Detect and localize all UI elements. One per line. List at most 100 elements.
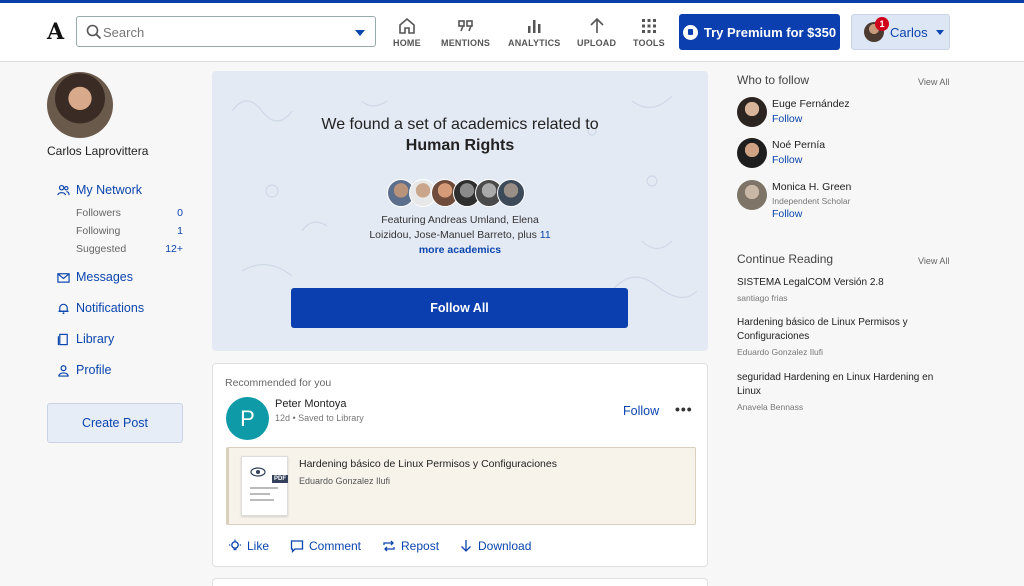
stat-value: 12+ <box>165 243 183 255</box>
stat-label: Suggested <box>76 243 127 255</box>
banner-title: We found a set of academics related to <box>321 116 599 133</box>
nav-tools-label: TOOLS <box>633 38 665 48</box>
top-header: A HOME MENTIONS ANALYTICS UPLOAD TOOLS T… <box>0 3 1024 62</box>
search-box[interactable] <box>76 16 376 47</box>
author-name[interactable]: Peter Montoya <box>275 398 347 410</box>
document-text-line <box>250 499 274 501</box>
grid-icon <box>641 19 656 33</box>
upload-arrow-icon <box>590 17 604 33</box>
user-menu-label: Carlos <box>890 24 928 40</box>
nav-upload-label: UPLOAD <box>577 38 617 48</box>
quote-icon <box>457 20 473 32</box>
bar-chart-icon <box>528 20 541 33</box>
search-dropdown-caret-icon[interactable] <box>355 30 365 36</box>
nav-home-label: HOME <box>393 38 421 48</box>
stat-value: 0 <box>177 207 183 219</box>
nav-upload[interactable]: UPLOAD <box>577 17 616 48</box>
action-label: Like <box>247 539 270 553</box>
follow-person-button[interactable]: Follow <box>772 113 802 125</box>
nav-analytics[interactable]: ANALYTICS <box>508 17 560 48</box>
continue-reading-heading: Continue Reading <box>737 252 834 266</box>
nav-analytics-label: ANALYTICS <box>508 38 561 48</box>
repost-icon <box>383 540 395 552</box>
notification-badge: 1 <box>875 17 889 31</box>
sidebar-item-label: Profile <box>76 363 112 377</box>
download-arrow-icon <box>461 540 471 552</box>
suggested-person-name[interactable]: Euge Fernández <box>772 98 850 110</box>
bell-icon <box>58 303 69 314</box>
document-title[interactable]: Hardening básico de Linux Permisos y Con… <box>299 458 557 470</box>
more-academics-link[interactable]: more academics <box>419 244 501 256</box>
stat-followers[interactable]: Followers 0 <box>76 207 183 219</box>
comment-button[interactable]: Comment <box>290 539 361 553</box>
repost-button[interactable]: Repost <box>382 539 439 553</box>
envelope-icon <box>57 272 70 283</box>
suggested-person-avatar[interactable] <box>737 138 767 168</box>
action-label: Repost <box>401 539 440 553</box>
post-meta: 12d • Saved to Library <box>275 413 364 423</box>
sidebar-item-label: Library <box>76 332 115 346</box>
reading-item-title[interactable]: Hardening básico de Linux Permisos y Con… <box>737 316 952 344</box>
author-avatar[interactable]: P <box>226 397 269 440</box>
suggested-person-name[interactable]: Noé Pernía <box>772 139 825 151</box>
sidebar-item-notifications[interactable]: Notifications <box>57 301 144 315</box>
create-post-button[interactable]: Create Post <box>47 403 183 443</box>
suggested-person-avatar[interactable] <box>737 180 767 210</box>
nav-mentions-label: MENTIONS <box>441 38 491 48</box>
reading-item-author: santiago frias <box>737 293 788 303</box>
stat-suggested[interactable]: Suggested 12+ <box>76 243 183 255</box>
search-input[interactable] <box>103 22 343 42</box>
site-logo[interactable]: A <box>47 19 64 45</box>
nav-home[interactable]: HOME <box>393 17 421 48</box>
pdf-tag: PDF <box>272 475 288 483</box>
suggested-person-name[interactable]: Monica H. Green <box>772 181 851 193</box>
follow-person-button[interactable]: Follow <box>772 154 802 166</box>
academic-avatars <box>387 179 525 209</box>
next-feed-card <box>212 578 708 586</box>
reading-item-author: Eduardo Gonzalez Ilufi <box>737 347 823 357</box>
suggested-person-avatar[interactable] <box>737 97 767 127</box>
action-label: Download <box>478 539 532 553</box>
document-logo-icon <box>250 467 266 477</box>
document-author[interactable]: Eduardo Gonzalez Ilufi <box>299 476 390 486</box>
lightbulb-icon <box>229 539 241 551</box>
user-menu-button[interactable]: Carlos <box>851 14 950 50</box>
banner-topic: Human Rights <box>405 137 515 154</box>
featuring-count[interactable]: 11 <box>540 229 551 241</box>
reading-item-author: Anavela Bennass <box>737 402 804 412</box>
download-button[interactable]: Download <box>459 539 531 553</box>
sidebar-item-profile[interactable]: Profile <box>57 363 111 377</box>
more-options-icon[interactable]: ••• <box>675 401 693 417</box>
nav-tools[interactable]: TOOLS <box>633 17 665 48</box>
academics-suggestion-banner: We found a set of academics related to H… <box>212 71 708 351</box>
stat-label: Following <box>76 225 121 237</box>
people-icon <box>57 184 70 195</box>
who-to-follow-heading: Who to follow <box>737 73 810 87</box>
sidebar-item-label: My Network <box>76 183 142 197</box>
suggested-person-subtitle: Independent Scholar <box>772 196 851 206</box>
profile-name[interactable]: Carlos Laprovittera <box>47 144 148 158</box>
book-icon <box>57 333 68 345</box>
sidebar-item-messages[interactable]: Messages <box>57 270 133 284</box>
document-text-line <box>250 493 270 495</box>
stat-following[interactable]: Following 1 <box>76 225 183 237</box>
chevron-down-icon <box>935 29 944 35</box>
profile-avatar[interactable] <box>47 72 113 138</box>
premium-label: Try Premium for $350 <box>703 24 837 40</box>
who-to-follow-view-all-link[interactable]: View All <box>918 77 949 87</box>
recommended-label: Recommended for you <box>225 377 332 389</box>
sidebar-item-my-network[interactable]: My Network <box>57 183 142 197</box>
continue-reading-view-all-link[interactable]: View All <box>918 256 949 266</box>
stat-value: 1 <box>177 225 183 237</box>
reading-item-title[interactable]: SISTEMA LegalCOM Versión 2.8 <box>737 276 952 290</box>
person-icon <box>58 364 69 377</box>
like-button[interactable]: Like <box>228 539 269 553</box>
follow-person-button[interactable]: Follow <box>772 208 802 220</box>
document-preview[interactable]: PDF Hardening básico de Linux Permisos y… <box>226 447 696 525</box>
follow-all-button[interactable]: Follow All <box>291 288 628 328</box>
reading-item-title[interactable]: seguridad Hardening en Linux Hardening e… <box>737 371 952 399</box>
try-premium-button[interactable]: Try Premium for $350 <box>679 14 840 50</box>
follow-author-button[interactable]: Follow <box>623 404 659 418</box>
sidebar-item-library[interactable]: Library <box>57 332 114 346</box>
nav-mentions[interactable]: MENTIONS <box>441 17 490 48</box>
